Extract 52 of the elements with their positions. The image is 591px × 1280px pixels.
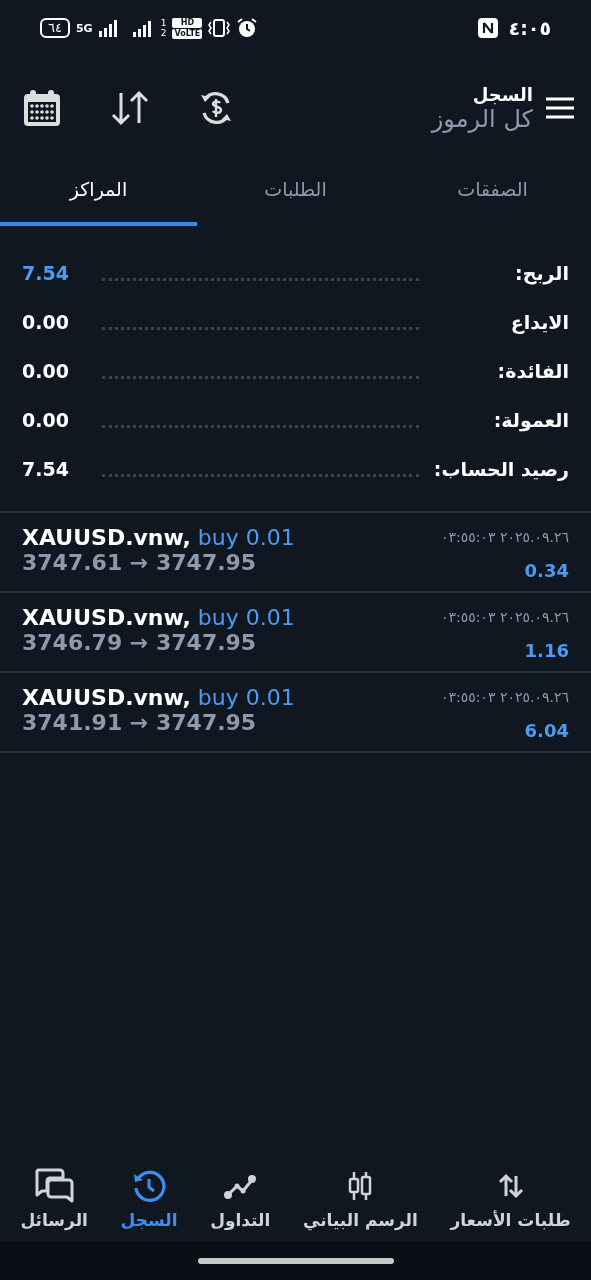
menu-icon[interactable] bbox=[545, 96, 575, 120]
hd-badge: HD bbox=[172, 17, 203, 28]
summary-value: 7.54 bbox=[22, 261, 70, 284]
nav-item[interactable]: الرسائل bbox=[16, 1168, 92, 1230]
sim-label: 1 bbox=[160, 18, 167, 28]
order-side: buy 0.01 bbox=[197, 685, 295, 710]
summary-label: رصيد الحساب: bbox=[432, 457, 569, 480]
currency-sync-icon[interactable] bbox=[198, 90, 234, 126]
alarm-icon bbox=[236, 17, 259, 39]
price-range: 3746.79 → 3747.95 bbox=[22, 630, 258, 655]
price-range: 3741.91 → 3747.95 bbox=[22, 710, 258, 735]
profit-value: 6.04 bbox=[524, 720, 569, 741]
calendar-icon[interactable] bbox=[22, 88, 62, 128]
tab[interactable]: الطلبات bbox=[197, 166, 394, 226]
summary-label: الربح: bbox=[514, 261, 569, 284]
symbol-filter[interactable]: كل الرموز bbox=[431, 104, 533, 133]
summary-label: العمولة: bbox=[492, 408, 569, 431]
clock: ٤:٠٥ bbox=[508, 17, 551, 39]
chat-icon bbox=[34, 1168, 75, 1204]
history-icon bbox=[132, 1168, 166, 1204]
nav-item[interactable]: الرسم البياني bbox=[298, 1168, 422, 1230]
time-text: ٢٠٢٥.٠٩.٢٦ ٠٣:٥٥:٠٣ bbox=[440, 529, 569, 545]
sim-label: 2 bbox=[160, 28, 167, 38]
sort-icon[interactable] bbox=[110, 90, 150, 126]
summary-value: 0.00 bbox=[22, 359, 70, 382]
nav-item[interactable]: طلبات الأسعار bbox=[446, 1168, 575, 1230]
symbol-text: XAUUSD.vnw, bbox=[22, 685, 191, 710]
summary-label: الايداع bbox=[509, 310, 569, 333]
summary-value: 0.00 bbox=[22, 408, 70, 431]
price-range: 3747.61 → 3747.95 bbox=[22, 550, 258, 575]
signal-icon bbox=[98, 19, 119, 37]
tab[interactable]: الصفقات bbox=[394, 166, 591, 226]
volte-badge: VoLTE bbox=[172, 28, 203, 39]
order-side: buy 0.01 bbox=[197, 525, 295, 550]
nfc-icon bbox=[476, 17, 499, 39]
profit-value: 0.34 bbox=[524, 560, 569, 581]
network-label: 5G bbox=[75, 21, 93, 35]
tab[interactable]: المراكز bbox=[0, 166, 197, 226]
profit-value: 1.16 bbox=[524, 640, 569, 661]
order-side: buy 0.01 bbox=[197, 605, 295, 630]
page-title: السجل bbox=[472, 83, 533, 105]
summary-value: 7.54 bbox=[22, 457, 70, 480]
time-text: ٢٠٢٥.٠٩.٢٦ ٠٣:٥٥:٠٣ bbox=[440, 689, 569, 705]
summary-label: الفائدة: bbox=[496, 359, 569, 382]
nav-item[interactable]: السجل bbox=[116, 1168, 182, 1230]
vibrate-icon bbox=[208, 18, 231, 38]
battery-icon: ٦٤ bbox=[40, 18, 70, 38]
symbol-text: XAUUSD.vnw, bbox=[22, 605, 191, 630]
summary-value: 0.00 bbox=[22, 310, 70, 333]
symbol-text: XAUUSD.vnw, bbox=[22, 525, 191, 550]
nav-item[interactable]: التداول bbox=[206, 1168, 275, 1230]
time-text: ٢٠٢٥.٠٩.٢٦ ٠٣:٥٥:٠٣ bbox=[440, 609, 569, 625]
